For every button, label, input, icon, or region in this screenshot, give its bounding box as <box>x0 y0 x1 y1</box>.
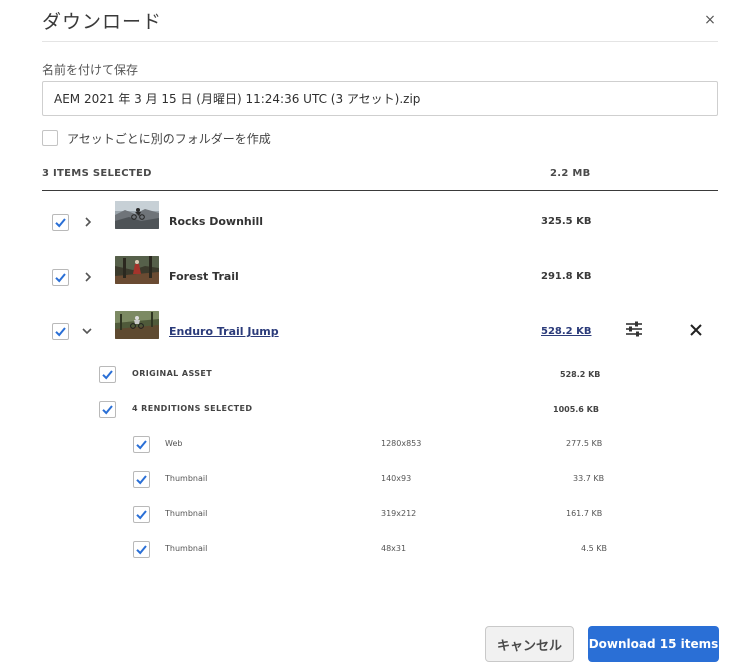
download-button[interactable]: Download 15 items <box>588 626 719 662</box>
separate-folder-checkbox[interactable] <box>42 130 58 146</box>
asset-checkbox-forest-trail[interactable] <box>52 269 69 286</box>
rendition-size: 161.7 KB <box>566 509 603 518</box>
chevron-down-icon[interactable] <box>81 322 93 335</box>
checkmark-icon <box>136 440 147 450</box>
renditions-group-size: 1005.6 KB <box>553 405 599 414</box>
rendition-name: Thumbnail <box>165 474 208 483</box>
original-asset-label: ORIGINAL ASSET <box>132 369 213 378</box>
checkmark-icon <box>55 273 66 283</box>
rendition-dimensions: 1280x853 <box>381 439 422 448</box>
cancel-button[interactable]: キャンセル <box>485 626 574 662</box>
rendition-size: 4.5 KB <box>581 544 607 553</box>
rendition-name: Thumbnail <box>165 544 208 553</box>
chevron-right-icon[interactable] <box>82 268 94 282</box>
rendition-checkbox-web[interactable] <box>133 436 150 453</box>
asset-checkbox-rocks-downhill[interactable] <box>52 214 69 231</box>
asset-name-forest-trail: Forest Trail <box>169 270 239 283</box>
rendition-dimensions: 48x31 <box>381 544 407 553</box>
total-size-header: 2.2 MB <box>550 168 591 179</box>
checkmark-icon <box>136 545 147 555</box>
close-icon[interactable]: × <box>700 10 720 30</box>
remove-asset-close-icon[interactable] <box>688 322 704 338</box>
thumbnail-rocks-downhill <box>115 201 159 229</box>
rendition-dimensions: 140x93 <box>381 474 412 483</box>
checkmark-icon <box>55 218 66 228</box>
rendition-checkbox-thumbnail-319[interactable] <box>133 506 150 523</box>
original-asset-size: 528.2 KB <box>560 370 601 379</box>
download-dialog: ダウンロード × 名前を付けて保存 アセットごとに別のフォルダーを作成 3 IT… <box>0 0 750 669</box>
asset-size-forest-trail: 291.8 KB <box>541 271 592 282</box>
rendition-name: Web <box>165 439 183 448</box>
thumbnail-forest-trail <box>115 256 159 284</box>
items-selected-header: 3 ITEMS SELECTED <box>42 168 152 179</box>
thumbnail-enduro-trail-jump <box>115 311 159 339</box>
asset-name-rocks-downhill: Rocks Downhill <box>169 215 264 228</box>
rendition-size: 33.7 KB <box>573 474 605 483</box>
rendition-size: 277.5 KB <box>566 439 603 448</box>
filename-input[interactable] <box>42 81 718 116</box>
rendition-dimensions: 319x212 <box>381 509 417 518</box>
rendition-settings-sliders-icon[interactable] <box>624 320 644 338</box>
chevron-right-icon[interactable] <box>82 213 94 227</box>
header-divider <box>42 41 718 42</box>
save-as-label: 名前を付けて保存 <box>42 63 139 77</box>
renditions-group-checkbox[interactable] <box>99 401 116 418</box>
asset-size-enduro-trail-jump[interactable]: 528.2 KB <box>541 326 591 337</box>
separate-folder-label: アセットごとに別のフォルダーを作成 <box>67 132 271 146</box>
asset-checkbox-enduro-trail-jump[interactable] <box>52 323 69 340</box>
checkmark-icon <box>55 327 66 337</box>
checkmark-icon <box>102 370 113 380</box>
renditions-selected-label: 4 RENDITIONS SELECTED <box>132 404 253 413</box>
checkmark-icon <box>102 405 113 415</box>
dialog-title: ダウンロード <box>42 11 163 33</box>
original-asset-checkbox[interactable] <box>99 366 116 383</box>
asset-size-rocks-downhill: 325.5 KB <box>541 216 592 227</box>
rendition-name: Thumbnail <box>165 509 208 518</box>
rendition-checkbox-thumbnail-48[interactable] <box>133 541 150 558</box>
rendition-checkbox-thumbnail-140[interactable] <box>133 471 150 488</box>
asset-name-enduro-trail-jump[interactable]: Enduro Trail Jump <box>169 325 279 338</box>
list-divider <box>42 190 718 191</box>
checkmark-icon <box>136 510 147 520</box>
checkmark-icon <box>136 475 147 485</box>
